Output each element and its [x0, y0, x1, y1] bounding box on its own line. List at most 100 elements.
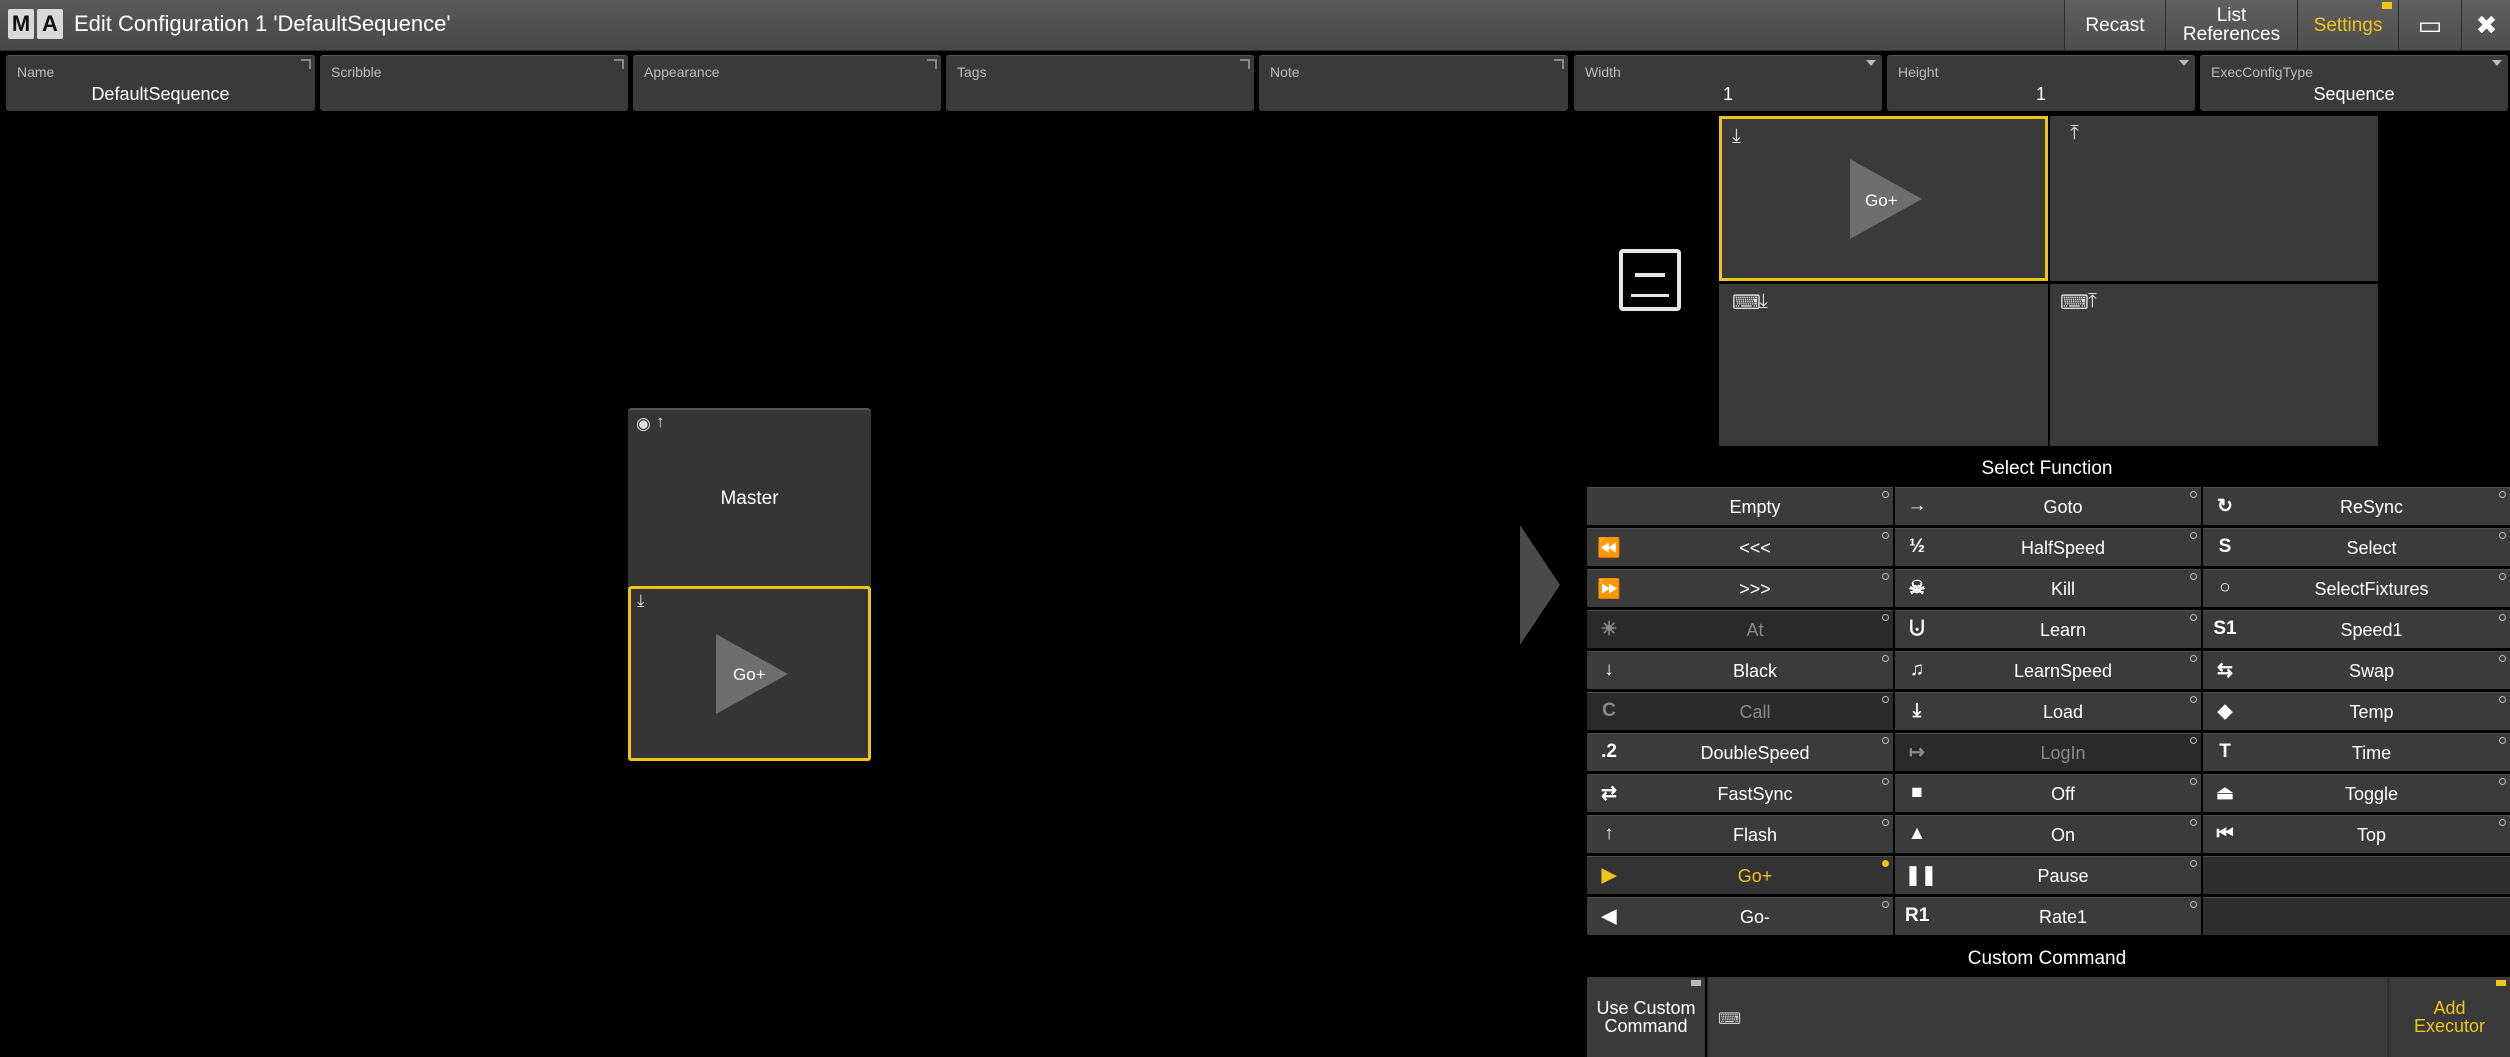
- key-top-left[interactable]: ⤓ Go+: [1719, 116, 2048, 281]
- function-halfspeed-button[interactable]: ½ HalfSpeed: [1895, 528, 2201, 566]
- function-halfspeed-icon: ½: [1909, 536, 1925, 557]
- monitor-icon: ▭: [2417, 9, 2443, 40]
- prop-execconfigtype[interactable]: ExecConfigType Sequence: [2200, 55, 2508, 111]
- status-dot: [2190, 778, 2197, 785]
- display-button[interactable]: ▭: [2398, 0, 2461, 50]
- status-dot: [1882, 860, 1889, 867]
- prop-appearance[interactable]: Appearance: [633, 55, 941, 111]
- function-label: Select: [2346, 538, 2397, 558]
- status-dot: [1882, 573, 1889, 580]
- custom-command-input[interactable]: ⌨: [1707, 977, 2389, 1057]
- status-dot: [2499, 491, 2506, 498]
- function-label: Black: [1732, 661, 1777, 681]
- function-select-button[interactable]: S Select: [2203, 528, 2510, 566]
- edit-corner-icon: [614, 59, 624, 69]
- function-select-icon: S: [2218, 536, 2232, 557]
- function-label: Top: [2356, 825, 2387, 845]
- fader-icon[interactable]: [1619, 249, 1681, 311]
- prop-note[interactable]: Note: [1259, 55, 1568, 111]
- function-temp-button[interactable]: ◆ Temp: [2203, 692, 2510, 730]
- settings-button[interactable]: Settings: [2297, 0, 2398, 50]
- function-black-icon: ↓: [1604, 659, 1614, 680]
- keyboard-icon: ⌨: [1732, 292, 1761, 314]
- function-off-button[interactable]: ■ Off: [1895, 774, 2201, 812]
- executor-master-fader[interactable]: ◉ ↑ Master: [628, 408, 871, 586]
- function-label: Load: [2042, 702, 2084, 722]
- ma-logo[interactable]: M A: [8, 9, 63, 39]
- function-call-button[interactable]: C Call: [1587, 692, 1893, 730]
- function-fastsync-button[interactable]: ⇄ FastSync: [1587, 774, 1893, 812]
- function-go-button[interactable]: ▶ Go+: [1587, 856, 1893, 894]
- custom-command-title: Custom Command: [1967, 948, 2127, 969]
- logo-letter-a: A: [37, 9, 63, 39]
- list-references-button[interactable]: List References: [2165, 0, 2297, 50]
- close-button[interactable]: ✖: [2461, 0, 2510, 50]
- key-bottom-left[interactable]: ⌨ ⤓: [1719, 284, 2048, 446]
- function-learnspeed-button[interactable]: ♫ LearnSpeed: [1895, 651, 2201, 689]
- function-goto-icon: →: [1907, 495, 1927, 516]
- use-custom-command-button[interactable]: Use Custom Command: [1587, 977, 1705, 1057]
- prop-name[interactable]: Name DefaultSequence: [6, 55, 315, 111]
- function-speed1-button[interactable]: S1 Speed1: [2203, 610, 2510, 648]
- function-temp-icon: ◆: [2217, 701, 2233, 722]
- function-selectfixtures-button[interactable]: ○ SelectFixtures: [2203, 569, 2510, 607]
- function-swap-button[interactable]: ⇆ Swap: [2203, 651, 2510, 689]
- function-go-button[interactable]: ◀ Go-: [1587, 897, 1893, 935]
- prop-scribble[interactable]: Scribble: [320, 55, 628, 111]
- function-rate1-button[interactable]: R1 Rate1: [1895, 897, 2201, 935]
- fader-base: [1631, 294, 1669, 297]
- title-bar: M A Edit Configuration 1 'DefaultSequenc…: [0, 0, 2510, 51]
- function-login-button[interactable]: ↦ LogIn: [1895, 733, 2201, 771]
- key-bottom-right[interactable]: ⌨ ⤒: [2050, 284, 2378, 446]
- function-toggle-icon: ⏏: [2216, 783, 2234, 804]
- function-label: >>>: [1739, 579, 1771, 599]
- add-executor-button[interactable]: Add Executor: [2389, 977, 2510, 1057]
- function-load-button[interactable]: ⤓ Load: [1895, 692, 2201, 730]
- status-dot: [2499, 819, 2506, 826]
- function-flash-button[interactable]: ↑ Flash: [1587, 815, 1893, 853]
- recast-label: Recast: [2085, 14, 2145, 36]
- function-time-button[interactable]: T Time: [2203, 733, 2510, 771]
- download-icon: ⤓: [1732, 125, 1741, 147]
- prop-height[interactable]: Height 1: [1887, 55, 2195, 111]
- function-at-icon: ☀: [1600, 619, 1618, 640]
- status-dot: [2190, 491, 2197, 498]
- status-dot: [1882, 532, 1889, 539]
- function-goto-button[interactable]: → Goto: [1895, 487, 2201, 525]
- function-doublespeed-button[interactable]: .2 DoubleSpeed: [1587, 733, 1893, 771]
- download-icon: ⤓: [637, 591, 645, 610]
- function-pause-icon: ❚❚: [1905, 865, 1937, 886]
- prop-label: Width: [1585, 64, 1621, 80]
- recast-button[interactable]: Recast: [2064, 0, 2165, 50]
- function-symbol-button[interactable]: ⏩ >>>: [1587, 569, 1893, 607]
- function-top-button[interactable]: ⏮ Top: [2203, 815, 2510, 853]
- executor-go-key[interactable]: ⤓ Go+: [628, 586, 871, 761]
- use-custom-command-label: Use Custom Command: [1596, 998, 1696, 1036]
- function-learn-button[interactable]: ⨃ Learn: [1895, 610, 2201, 648]
- prop-label: Scribble: [331, 64, 382, 80]
- function-symbol-button[interactable]: ⏪ <<<: [1587, 528, 1893, 566]
- settings-indicator: [2382, 2, 2392, 9]
- function-off-icon: ■: [1911, 782, 1923, 803]
- status-dot: [1882, 901, 1889, 908]
- key-top-right[interactable]: ⤒: [2050, 116, 2378, 281]
- arrow-up-icon: ↑: [656, 412, 665, 431]
- function-call-icon: C: [1602, 700, 1616, 721]
- prop-tags[interactable]: Tags: [946, 55, 1254, 111]
- function-learnspeed-icon: ♫: [1909, 659, 1925, 680]
- function-on-button[interactable]: ▲ On: [1895, 815, 2201, 853]
- function-resync-button[interactable]: ↻ ReSync: [2203, 487, 2510, 525]
- function-kill-button[interactable]: ☠ Kill: [1895, 569, 2201, 607]
- function-at-button[interactable]: ☀ At: [1587, 610, 1893, 648]
- status-dot: [2190, 901, 2197, 908]
- function-black-button[interactable]: ↓ Black: [1587, 651, 1893, 689]
- function-empty-button[interactable]: Empty: [1587, 487, 1893, 525]
- function-label: Kill: [2050, 579, 2075, 599]
- function-label: Off: [2051, 784, 2075, 804]
- status-dot: [1882, 778, 1889, 785]
- function-label: Flash: [1732, 825, 1777, 845]
- prop-width[interactable]: Width 1: [1574, 55, 1882, 111]
- status-dot: [2190, 532, 2197, 539]
- function-pause-button[interactable]: ❚❚ Pause: [1895, 856, 2201, 894]
- function-toggle-button[interactable]: ⏏ Toggle: [2203, 774, 2510, 812]
